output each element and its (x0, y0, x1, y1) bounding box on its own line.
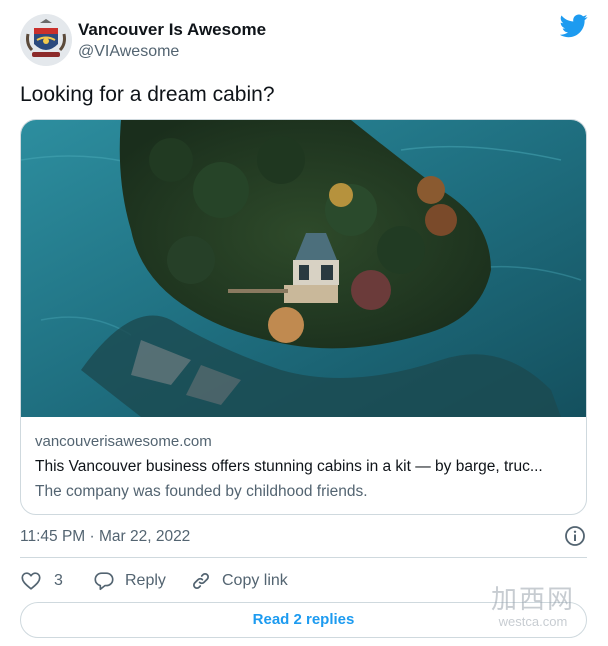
card-image-island-cabin[interactable] (21, 120, 586, 417)
watermark-logo: 加西网 (490, 585, 575, 615)
card-description: The company was founded by childhood fri… (35, 483, 368, 500)
heart-icon (21, 572, 41, 590)
card-domain: vancouverisawesome.com (35, 433, 212, 450)
copy-link-button[interactable]: Copy link (190, 567, 288, 595)
info-icon[interactable] (564, 525, 586, 547)
watermark-url: westca.com (498, 614, 568, 629)
link-card[interactable]: vancouverisawesome.com This Vancouver bu… (20, 119, 587, 515)
tweet-embed: Vancouver Is Awesome @VIAwesome Looking … (0, 0, 608, 646)
twitter-bird-icon[interactable] (560, 14, 588, 38)
like-count: 3 (54, 572, 63, 589)
watermark: 加西网 westca.com (468, 585, 598, 628)
divider (20, 557, 587, 558)
tweet-text: Looking for a dream cabin? (20, 83, 275, 106)
copy-link-label: Copy link (222, 572, 288, 589)
reply-button[interactable]: Reply (93, 567, 166, 595)
tweet-timestamp[interactable]: 11:45 PM · Mar 22, 2022 (20, 528, 190, 546)
speech-bubble-icon (94, 572, 114, 591)
avatar[interactable] (20, 14, 72, 66)
author-name[interactable]: Vancouver Is Awesome (78, 20, 266, 40)
card-title: This Vancouver business offers stunning … (35, 458, 543, 475)
reply-label: Reply (125, 572, 166, 589)
like-button[interactable]: 3 (20, 567, 63, 595)
link-icon (193, 573, 209, 589)
crest-icon (20, 14, 72, 66)
author-handle[interactable]: @VIAwesome (78, 43, 179, 61)
